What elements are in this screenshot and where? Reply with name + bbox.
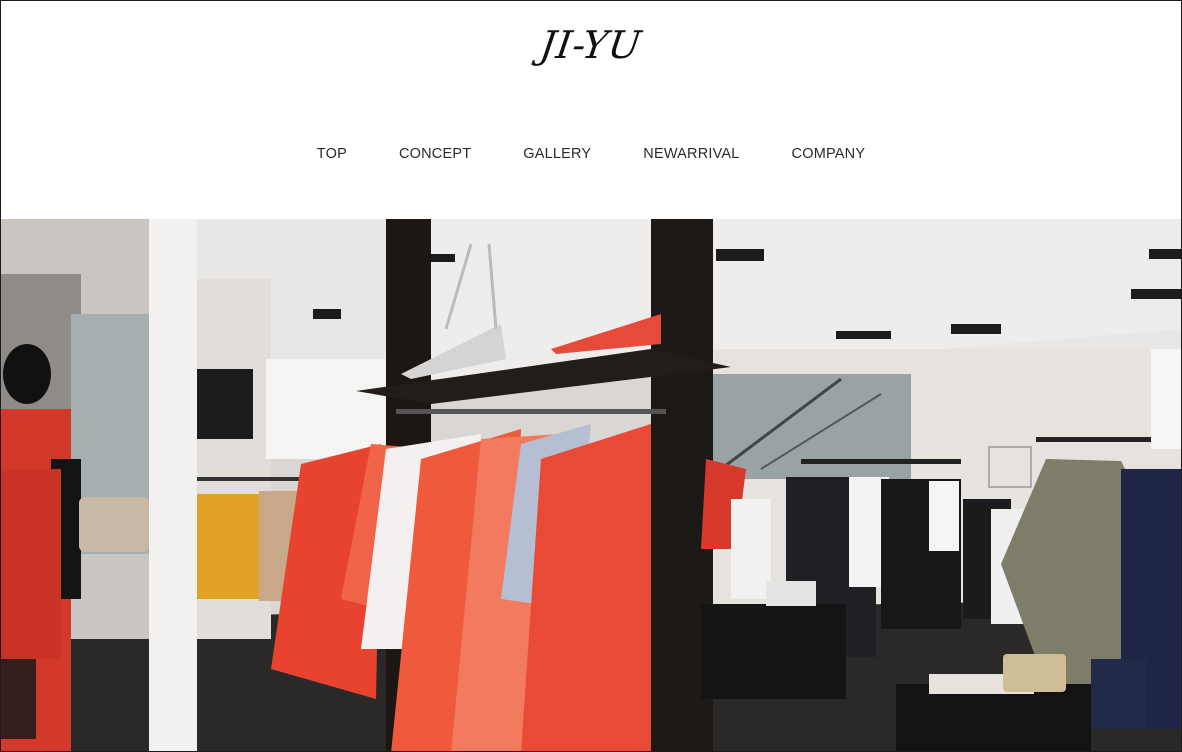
nav-item-newarrival[interactable]: NEWARRIVAL bbox=[617, 146, 765, 162]
site-header: JI-YU TOP CONCEPT GALLERY NEWARRIVAL COM… bbox=[1, 1, 1181, 219]
main-nav: TOP CONCEPT GALLERY NEWARRIVAL COMPANY bbox=[1, 146, 1181, 162]
site-logo[interactable]: JI-YU bbox=[1, 23, 1181, 67]
nav-item-gallery[interactable]: GALLERY bbox=[497, 146, 617, 162]
nav-item-company[interactable]: COMPANY bbox=[766, 146, 892, 162]
nav-item-top[interactable]: TOP bbox=[291, 146, 373, 162]
store-interior-photo bbox=[1, 219, 1181, 751]
hero-image bbox=[1, 219, 1181, 751]
nav-item-concept[interactable]: CONCEPT bbox=[373, 146, 497, 162]
page-frame: JI-YU TOP CONCEPT GALLERY NEWARRIVAL COM… bbox=[0, 0, 1182, 752]
